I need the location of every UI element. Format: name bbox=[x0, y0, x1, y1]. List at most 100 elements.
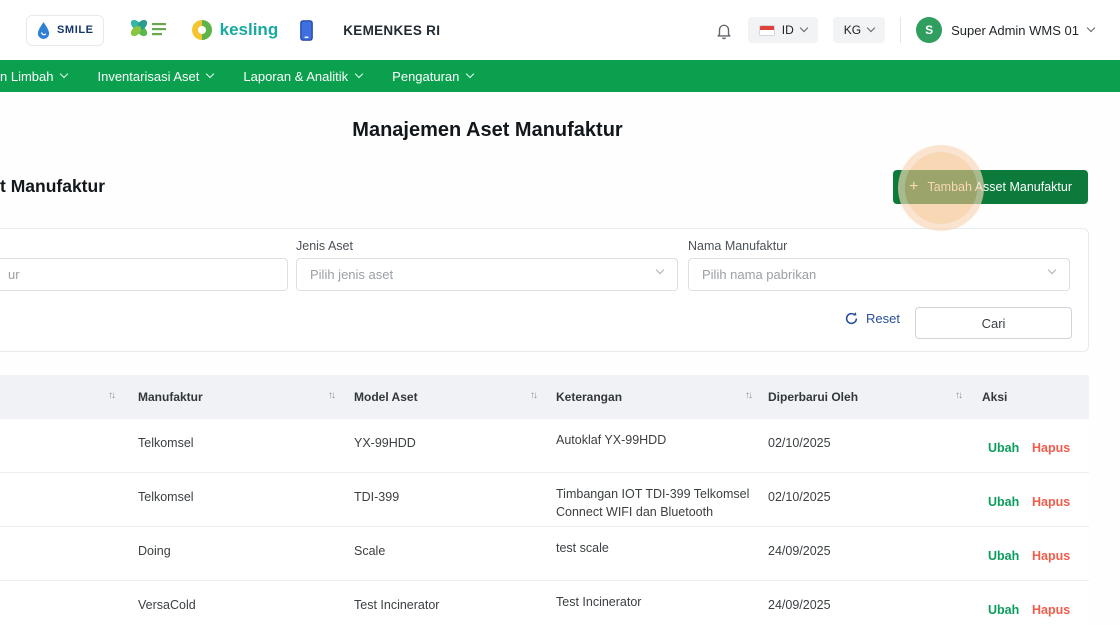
edit-link[interactable]: Ubah bbox=[988, 549, 1019, 563]
cari-button[interactable]: Cari bbox=[915, 307, 1072, 339]
language-value: ID bbox=[782, 23, 794, 37]
add-asset-button[interactable]: + Tambah Asset Manufaktur bbox=[893, 170, 1088, 204]
chevron-down-icon bbox=[60, 70, 68, 78]
indonesia-flag-icon bbox=[759, 25, 775, 36]
app-title: KEMENKES RI bbox=[343, 23, 440, 38]
sort-icon[interactable]: ↑↓ bbox=[108, 390, 114, 401]
cell-keterangan: Timbangan IOT TDI-399 Telkomsel Connect … bbox=[556, 486, 761, 521]
unit-select[interactable]: KG bbox=[833, 17, 885, 43]
section-title: t Manufaktur bbox=[0, 176, 105, 197]
nav-item-inventarisasi-aset[interactable]: Inventarisasi Aset bbox=[97, 69, 213, 84]
nav-item-label: Inventarisasi Aset bbox=[97, 69, 199, 84]
nav-item-label: Pengaturan bbox=[392, 69, 459, 84]
sort-icon[interactable]: ↑↓ bbox=[530, 390, 536, 401]
sort-icon[interactable]: ↑↓ bbox=[745, 390, 751, 401]
chevron-down-icon bbox=[355, 70, 363, 78]
cell-diperbarui-oleh: 24/09/2025 bbox=[768, 598, 831, 612]
user-menu[interactable]: S Super Admin WMS 01 bbox=[916, 17, 1094, 43]
reset-label: Reset bbox=[866, 311, 900, 326]
smile-droplet-icon bbox=[36, 21, 51, 40]
main-content: Manajemen Aset Manufaktur t Manufaktur +… bbox=[0, 92, 1120, 625]
edit-link[interactable]: Ubah bbox=[988, 603, 1019, 617]
chevron-down-icon bbox=[656, 266, 664, 274]
cell-manufaktur: Telkomsel bbox=[138, 490, 194, 504]
cell-model-aset: TDI-399 bbox=[354, 490, 399, 504]
header-divider bbox=[900, 17, 901, 43]
nav-item-label: Laporan & Analitik bbox=[243, 69, 348, 84]
plus-icon: + bbox=[909, 179, 918, 195]
nama-manufaktur-label: Nama Manufaktur bbox=[688, 239, 787, 253]
column-header-manufaktur: Manufaktur bbox=[138, 390, 203, 404]
sort-icon[interactable]: ↑↓ bbox=[955, 390, 961, 401]
cell-diperbarui-oleh: 24/09/2025 bbox=[768, 544, 831, 558]
cell-model-aset: YX-99HDD bbox=[354, 436, 416, 450]
main-nav: n Limbah Inventarisasi Aset Laporan & An… bbox=[0, 60, 1120, 92]
smile-logo: SMILE bbox=[26, 15, 104, 46]
jenis-aset-select[interactable]: Pilih jenis aset bbox=[296, 258, 678, 291]
kesling-label: kesling bbox=[220, 20, 279, 40]
cell-model-aset: Test Incinerator bbox=[354, 598, 439, 612]
cell-manufaktur: Doing bbox=[138, 544, 171, 558]
column-header-aksi: Aksi bbox=[982, 390, 1007, 404]
cell-manufaktur: Telkomsel bbox=[138, 436, 194, 450]
kemenkes-logo bbox=[126, 15, 168, 45]
nama-manufaktur-placeholder: Pilih nama pabrikan bbox=[689, 267, 816, 282]
column-header-diperbarui-oleh: Diperbarui Oleh bbox=[768, 390, 858, 404]
top-header: SMILE kesling bbox=[0, 0, 1120, 60]
delete-link[interactable]: Hapus bbox=[1032, 549, 1070, 563]
chevron-down-icon bbox=[867, 24, 875, 32]
column-header-model-aset: Model Aset bbox=[354, 390, 418, 404]
jenis-aset-placeholder: Pilih jenis aset bbox=[297, 267, 393, 282]
table-row: Doing Scale test scale 24/09/2025 Ubah H… bbox=[0, 527, 1089, 581]
delete-link[interactable]: Hapus bbox=[1032, 495, 1070, 509]
chevron-down-icon bbox=[466, 70, 474, 78]
reset-button[interactable]: Reset bbox=[844, 311, 900, 326]
chevron-down-icon bbox=[206, 70, 214, 78]
table-row: Telkomsel TDI-399 Timbangan IOT TDI-399 … bbox=[0, 473, 1089, 527]
nav-item-pengaturan[interactable]: Pengaturan bbox=[392, 69, 473, 84]
column-header-keterangan: Keterangan bbox=[556, 390, 622, 404]
kesling-circle-icon bbox=[190, 18, 214, 42]
header-actions: ID KG S Super Admin WMS 01 bbox=[715, 17, 1094, 43]
cell-keterangan: Test Incinerator bbox=[556, 594, 761, 612]
table-header: ↑↓ Manufaktur ↑↓ Model Aset ↑↓ Keteranga… bbox=[0, 375, 1089, 419]
asset-table: ↑↓ Manufaktur ↑↓ Model Aset ↑↓ Keteranga… bbox=[0, 375, 1089, 625]
cell-diperbarui-oleh: 02/10/2025 bbox=[768, 490, 831, 504]
nav-item-laporan-analitik[interactable]: Laporan & Analitik bbox=[243, 69, 362, 84]
user-name: Super Admin WMS 01 bbox=[951, 23, 1079, 38]
smile-label: SMILE bbox=[57, 24, 94, 36]
add-asset-button-label: Tambah Asset Manufaktur bbox=[927, 180, 1072, 194]
chevron-down-icon bbox=[1048, 266, 1056, 274]
jenis-aset-label: Jenis Aset bbox=[296, 239, 353, 253]
edit-link[interactable]: Ubah bbox=[988, 495, 1019, 509]
mobile-app-icon bbox=[300, 20, 313, 41]
nav-item-manajemen-limbah[interactable]: n Limbah bbox=[0, 69, 67, 84]
app-window: SMILE kesling bbox=[0, 0, 1120, 625]
cell-keterangan: test scale bbox=[556, 540, 761, 558]
filter-card: ur Jenis Aset Pilih jenis aset Nama Manu… bbox=[0, 228, 1089, 352]
nama-manufaktur-select[interactable]: Pilih nama pabrikan bbox=[688, 258, 1070, 291]
edit-link[interactable]: Ubah bbox=[988, 441, 1019, 455]
manufaktur-search-input[interactable]: ur bbox=[0, 258, 288, 291]
cell-manufaktur: VersaCold bbox=[138, 598, 196, 612]
search-input-text: ur bbox=[0, 267, 20, 282]
unit-value: KG bbox=[844, 23, 861, 37]
cell-model-aset: Scale bbox=[354, 544, 385, 558]
cell-diperbarui-oleh: 02/10/2025 bbox=[768, 436, 831, 450]
chevron-down-icon bbox=[800, 24, 808, 32]
delete-link[interactable]: Hapus bbox=[1032, 441, 1070, 455]
reset-icon bbox=[844, 311, 859, 326]
chevron-down-icon bbox=[1087, 24, 1095, 32]
table-row: Telkomsel YX-99HDD Autoklaf YX-99HDD 02/… bbox=[0, 419, 1089, 473]
delete-link[interactable]: Hapus bbox=[1032, 603, 1070, 617]
kesling-logo: kesling bbox=[190, 18, 279, 42]
sort-icon[interactable]: ↑↓ bbox=[328, 390, 334, 401]
notification-bell-icon[interactable] bbox=[715, 21, 733, 40]
language-select[interactable]: ID bbox=[748, 17, 818, 43]
avatar: S bbox=[916, 17, 942, 43]
page-title: Manajemen Aset Manufaktur bbox=[0, 119, 975, 142]
table-row: VersaCold Test Incinerator Test Incinera… bbox=[0, 581, 1089, 625]
brand-group: SMILE kesling bbox=[26, 15, 313, 46]
nav-item-label: n Limbah bbox=[0, 69, 53, 84]
cell-keterangan: Autoklaf YX-99HDD bbox=[556, 432, 761, 450]
